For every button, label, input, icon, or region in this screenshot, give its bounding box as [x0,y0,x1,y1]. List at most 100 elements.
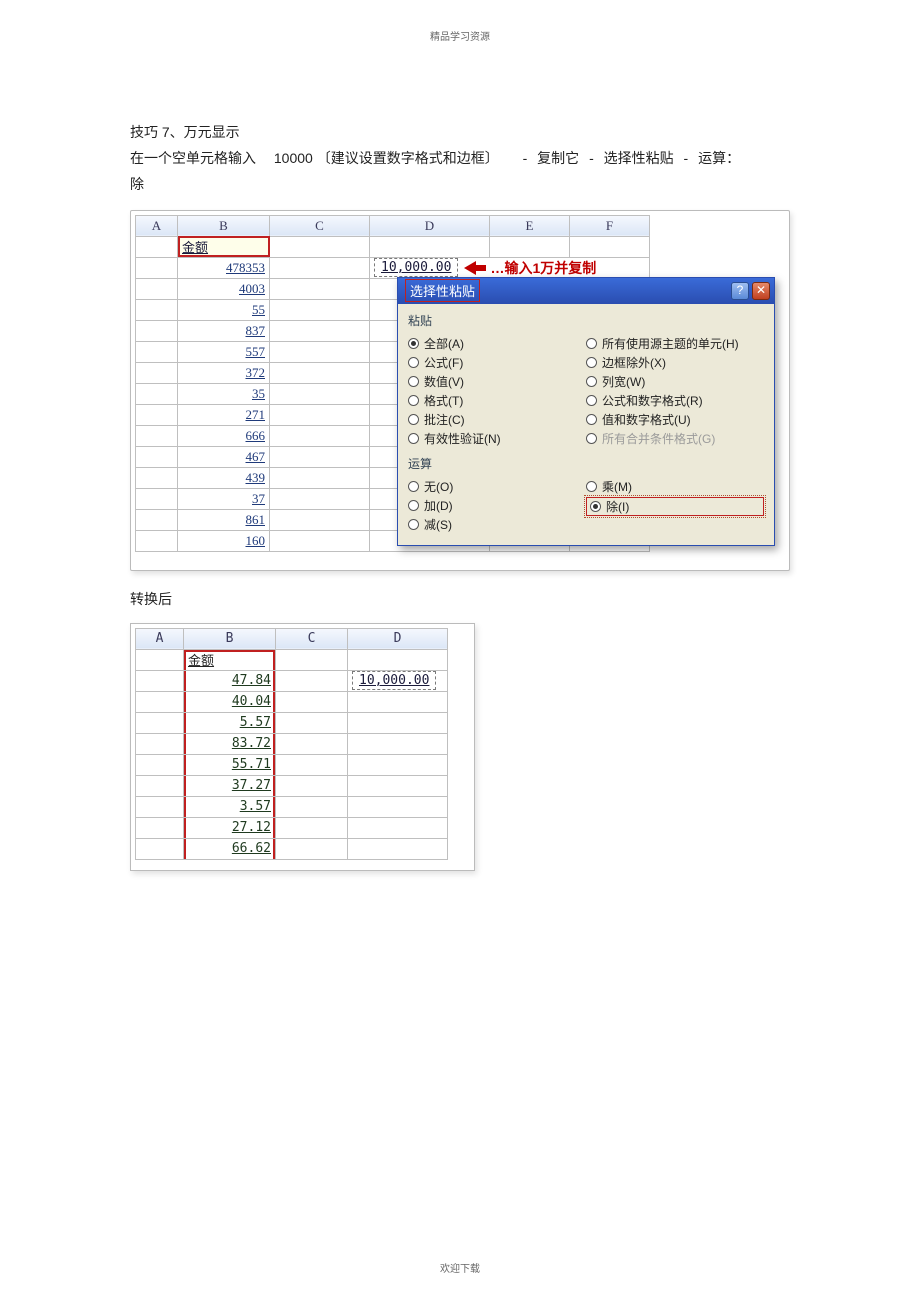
col-header[interactable]: F [570,215,650,236]
instr-seg-6: 除 [130,172,790,198]
radio-label: 公式(F) [424,354,463,371]
table-row: 66.62 [136,838,448,859]
radio-label: 有效性验证(N) [424,430,501,447]
instr-seg-5: 运算： [698,150,740,166]
cell[interactable]: 55 [178,299,270,320]
after-label: 转换后 [130,587,790,613]
radio-label: 所有合并条件格式(G) [602,430,715,447]
dialog-title: 选择性粘贴 [406,280,479,301]
cell[interactable]: 271 [178,404,270,425]
table-row: 83.72 [136,733,448,754]
radio-multiply[interactable]: 乘(M) [586,478,764,495]
cell[interactable]: 372 [178,362,270,383]
radio-value-num[interactable]: 值和数字格式(U) [586,411,764,428]
radio-comments[interactable]: 批注(C) [408,411,586,428]
paste-special-dialog: 选择性粘贴 ? ✕ 粘贴 全部(A) 公式(F) 数值(V) 格式(T) [397,277,775,546]
radio-colwidth[interactable]: 列宽(W) [586,373,764,390]
page-footer: 欢迎下载 [0,1260,920,1275]
cell[interactable]: 160 [178,530,270,551]
instr-seg-3: 复制它 [537,150,579,166]
cell[interactable]: 467 [178,446,270,467]
instr-seg-4: 选择性粘贴 [604,150,674,166]
radio-label: 格式(T) [424,392,463,409]
cell[interactable]: 83.72 [184,733,276,754]
cell[interactable]: 666 [178,425,270,446]
dialog-titlebar[interactable]: 选择性粘贴 ? ✕ [398,278,774,304]
cell[interactable]: 27.12 [184,817,276,838]
table-row: 55.71 [136,754,448,775]
instr-seg-1: 在一个空单元格输入 [130,150,256,166]
arrow-left-icon [464,261,486,275]
radio-label: 公式和数字格式(R) [602,392,703,409]
cell[interactable]: 5.57 [184,712,276,733]
col-header[interactable]: D [370,215,490,236]
cell[interactable]: 557 [178,341,270,362]
amount-header[interactable]: 金额 [178,236,270,257]
col-header[interactable]: B [178,215,270,236]
sheet2-table: A B C D 金额 47.84 10,000.00 40.04 5.57 83… [135,628,448,860]
cell[interactable]: 40.04 [184,691,276,712]
ten-thousand-cell[interactable]: 10,000.00 [352,671,436,690]
instruction-line: 在一个空单元格输入 10000 〔建议设置数字格式和边框〕 - 复制它 - 选择… [130,146,790,172]
radio-label: 除(I) [606,498,629,515]
col-header[interactable]: A [136,215,178,236]
radio-validation[interactable]: 有效性验证(N) [408,430,586,447]
radio-none[interactable]: 无(O) [408,478,586,495]
radio-formula[interactable]: 公式(F) [408,354,586,371]
radio-values[interactable]: 数值(V) [408,373,586,390]
radio-add[interactable]: 加(D) [408,497,586,514]
radio-except-border[interactable]: 边框除外(X) [586,354,764,371]
red-callout: …输入1万并复制 [464,258,596,278]
cell[interactable]: 35 [178,383,270,404]
close-button[interactable]: ✕ [752,282,770,300]
ten-thousand-cell[interactable]: 10,000.00 [374,258,458,277]
spreadsheet-before: A B C D E F 金额 478353 [130,210,790,571]
radio-label: 数值(V) [424,373,464,390]
cell[interactable]: 66.62 [184,838,276,859]
cell[interactable]: 37 [178,488,270,509]
callout-text: …输入1万并复制 [490,258,596,278]
radio-all[interactable]: 全部(A) [408,335,586,352]
col-header[interactable]: C [270,215,370,236]
table-row: 金额 [136,236,650,257]
radio-theme[interactable]: 所有使用源主题的单元(H) [586,335,764,352]
radio-subtract[interactable]: 减(S) [408,516,586,533]
radio-label: 全部(A) [424,335,464,352]
cell[interactable]: 47.84 [184,670,276,691]
cell[interactable]: 37.27 [184,775,276,796]
radio-label: 边框除外(X) [602,354,666,371]
radio-label: 减(S) [424,516,452,533]
table-row: 37.27 [136,775,448,796]
col-header[interactable]: D [348,628,448,649]
radio-divide[interactable]: 除(I) [586,497,764,516]
cell[interactable]: 478353 [178,257,270,278]
col-header[interactable]: C [276,628,348,649]
cell[interactable]: 3.57 [184,796,276,817]
cell[interactable]: 4003 [178,278,270,299]
col-header[interactable]: A [136,628,184,649]
radio-label: 所有使用源主题的单元(H) [602,335,739,352]
radio-formula-num[interactable]: 公式和数字格式(R) [586,392,764,409]
radio-label: 无(O) [424,478,453,495]
radio-merge-cond: 所有合并条件格式(G) [586,430,764,447]
col-header[interactable]: E [490,215,570,236]
cell[interactable]: 861 [178,509,270,530]
table-row: 5.57 [136,712,448,733]
col-header[interactable]: B [184,628,276,649]
amount-header[interactable]: 金额 [184,649,276,670]
radio-label: 批注(C) [424,411,465,428]
group-operation: 运算 [408,455,764,472]
radio-formats[interactable]: 格式(T) [408,392,586,409]
cell[interactable]: 55.71 [184,754,276,775]
table-row: 47.84 10,000.00 [136,670,448,691]
spreadsheet-after: A B C D 金额 47.84 10,000.00 40.04 5.57 83… [130,623,475,871]
cell[interactable]: 439 [178,467,270,488]
radio-label: 乘(M) [602,478,632,495]
tip-title: 技巧 7、万元显示 [130,120,790,146]
help-button[interactable]: ? [731,282,749,300]
page-header: 精品学习资源 [0,28,920,43]
table-row: 27.12 [136,817,448,838]
cell[interactable]: 837 [178,320,270,341]
table-row: 478353 10,000.00 …输入1万并复制 [136,257,650,278]
instr-seg-2: 〔建议设置数字格式和边框〕 [317,150,499,166]
